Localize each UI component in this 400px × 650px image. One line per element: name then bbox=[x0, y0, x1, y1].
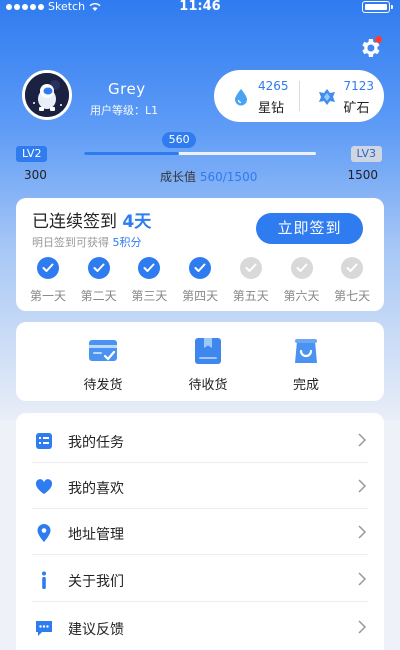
sign-in-button[interactable]: 立即签到 bbox=[256, 213, 363, 244]
signin-points: 5积分 bbox=[112, 236, 142, 249]
asset-star-diamond[interactable]: 4265 星钻 bbox=[214, 70, 299, 122]
bag-icon bbox=[295, 339, 317, 363]
signin-subtitle: 明日签到可获得 5积分 bbox=[32, 234, 142, 250]
order-label: 完成 bbox=[292, 378, 319, 393]
order-label: 待发货 bbox=[83, 378, 123, 393]
check-icon bbox=[341, 257, 364, 279]
growth-total: /1500 bbox=[222, 170, 258, 184]
menu-divider bbox=[32, 554, 368, 555]
info-icon bbox=[42, 571, 46, 589]
menu-item-feedback[interactable]: 建议反馈 bbox=[16, 604, 384, 650]
chevron-right-icon bbox=[358, 525, 367, 539]
drop-icon bbox=[235, 89, 247, 106]
card-icon bbox=[89, 340, 117, 361]
signin-day-label: 第六天 bbox=[283, 289, 320, 303]
signin-day-label: 第三天 bbox=[131, 289, 168, 303]
asset-label: 矿石 bbox=[343, 101, 370, 116]
order-pending-receipt[interactable]: 待收货 bbox=[173, 337, 243, 395]
asset-value: 4265 bbox=[258, 79, 289, 93]
signin-day-label: 第一天 bbox=[29, 289, 66, 303]
signin-title: 已连续签到 4天 bbox=[32, 207, 151, 232]
signin-day-label: 第五天 bbox=[232, 289, 269, 303]
chevron-right-icon bbox=[358, 433, 367, 447]
menu-label: 关于我们 bbox=[68, 574, 124, 590]
order-label: 待收货 bbox=[188, 378, 228, 393]
signin-day-label: 第七天 bbox=[334, 289, 371, 303]
signin-title-text: 已连续签到 bbox=[32, 212, 117, 232]
check-icon bbox=[87, 257, 110, 279]
level-max: 1500 bbox=[347, 168, 378, 182]
heart-icon bbox=[35, 479, 53, 494]
menu-item-likes[interactable]: 我的喜欢 bbox=[16, 463, 384, 509]
check-icon bbox=[37, 257, 59, 279]
growth-label: 成长值 bbox=[160, 170, 197, 184]
next-level-badge: LV3 bbox=[350, 146, 382, 162]
signin-days: 4天 bbox=[122, 212, 152, 232]
astronaut-icon bbox=[25, 73, 69, 117]
status-bar: Sketch 11:46 bbox=[0, 0, 400, 14]
check-icon bbox=[189, 257, 212, 279]
signin-day: 第五天 bbox=[226, 257, 276, 307]
level-progress-bubble: 560 bbox=[162, 132, 197, 148]
menu-label: 地址管理 bbox=[68, 527, 124, 543]
check-icon bbox=[138, 257, 161, 279]
signin-sub-text: 明日签到可获得 bbox=[32, 236, 109, 249]
avatar[interactable] bbox=[22, 70, 72, 120]
clock: 11:46 bbox=[179, 0, 221, 14]
assets-panel: 4265 星钻 7123 矿石 bbox=[214, 70, 384, 122]
level-min: 300 bbox=[24, 168, 47, 182]
signin-day-label: 第二天 bbox=[80, 289, 117, 303]
task-list-icon bbox=[36, 433, 52, 449]
signin-day-label: 第四天 bbox=[182, 289, 219, 303]
asset-label: 星钻 bbox=[258, 101, 285, 116]
asset-value: 7123 bbox=[343, 79, 375, 93]
user-level: 用户等级：L1 bbox=[90, 104, 159, 117]
check-icon bbox=[290, 257, 313, 279]
growth-value: 成长值 560/1500 bbox=[160, 168, 257, 185]
menu-label: 我的任务 bbox=[68, 435, 124, 451]
battery-icon bbox=[362, 1, 393, 13]
user-name: Grey bbox=[108, 80, 146, 98]
menu-item-about[interactable]: 关于我们 bbox=[16, 556, 384, 602]
chevron-right-icon bbox=[358, 479, 367, 493]
signin-day: 第三天 bbox=[124, 257, 174, 307]
menu-item-address[interactable]: 地址管理 bbox=[16, 509, 384, 555]
ore-icon bbox=[318, 89, 335, 105]
message-icon bbox=[36, 621, 52, 636]
signin-day: 第七天 bbox=[327, 257, 377, 307]
signin-day: 第二天 bbox=[74, 257, 124, 307]
signin-day: 第六天 bbox=[277, 257, 327, 307]
signin-day: 第一天 bbox=[23, 257, 73, 307]
level-progress-fill bbox=[84, 152, 180, 155]
check-icon bbox=[239, 257, 262, 279]
chevron-right-icon bbox=[358, 572, 367, 586]
menu-label: 我的喜欢 bbox=[68, 481, 124, 497]
current-level-badge: LV2 bbox=[16, 146, 48, 162]
chevron-right-icon bbox=[358, 620, 367, 634]
box-icon bbox=[195, 338, 221, 364]
menu-label: 建议反馈 bbox=[68, 622, 124, 638]
asset-ore[interactable]: 7123 矿石 bbox=[300, 70, 385, 122]
growth-current: 560 bbox=[199, 170, 223, 184]
order-pending-shipment[interactable]: 待发货 bbox=[68, 337, 138, 395]
notification-dot bbox=[375, 36, 382, 43]
signin-day: 第四天 bbox=[175, 257, 225, 307]
order-completed[interactable]: 完成 bbox=[271, 337, 341, 395]
location-pin-icon bbox=[37, 524, 51, 542]
menu-item-tasks[interactable]: 我的任务 bbox=[16, 417, 384, 463]
menu-divider bbox=[32, 601, 368, 602]
